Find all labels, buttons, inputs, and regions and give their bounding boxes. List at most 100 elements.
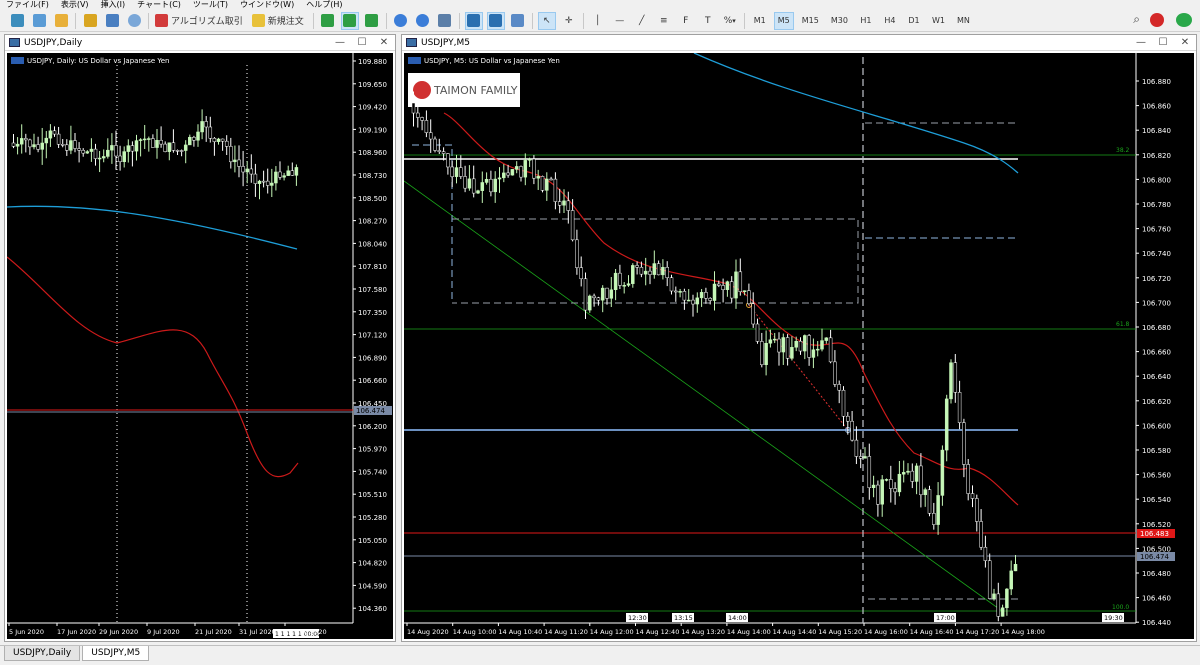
profiles-button[interactable]: [30, 12, 48, 30]
folder-icon: [54, 14, 68, 27]
timeframe-group: M1 M5 M15 M30 H1 H4 D1 W1 MN: [748, 11, 976, 30]
candle-body: [253, 173, 258, 184]
new-order-label: 新規注文: [267, 17, 304, 27]
price-tick-label: 109.650: [358, 81, 387, 89]
timeframe-m15[interactable]: M15: [798, 12, 823, 30]
candle-body: [171, 142, 176, 151]
menu-item[interactable]: ツール(T): [187, 1, 234, 10]
candle-body: [471, 178, 476, 194]
candle-body: [936, 495, 940, 525]
window-title-bar: USDJPY,M5 — ☐ ✕: [402, 35, 1196, 51]
zoom-in-button[interactable]: [392, 12, 410, 30]
search-icon[interactable]: ⌕: [1133, 12, 1140, 27]
templates-button[interactable]: [509, 12, 527, 30]
menu-item[interactable]: ファイル(F): [0, 1, 55, 10]
zoom-out-button[interactable]: [414, 12, 432, 30]
candle-body: [208, 126, 213, 139]
timeframe-h4[interactable]: H4: [880, 12, 900, 30]
price-tick-label: 106.680: [1142, 324, 1171, 332]
line-chart-button[interactable]: [363, 12, 381, 30]
chart-tab[interactable]: USDJPY,M5: [82, 646, 150, 661]
menu-item[interactable]: 表示(V): [55, 1, 95, 10]
account-icon[interactable]: [1150, 12, 1164, 27]
candle-body: [652, 263, 657, 275]
chevron-down-icon: ▾: [732, 16, 736, 25]
new-order-icon: [251, 14, 265, 27]
timeframe-mn[interactable]: MN: [953, 12, 974, 30]
time-tick-label: 5 Jun 2020: [9, 628, 44, 636]
moving-average-red: [443, 112, 1019, 506]
timeframe-h1[interactable]: H1: [856, 12, 876, 30]
timeframe-m1[interactable]: M1: [750, 12, 770, 30]
candlestick-button[interactable]: [340, 11, 359, 30]
new-order-button[interactable]: 新規注文: [251, 12, 308, 30]
maximize-button[interactable]: ☐: [1152, 37, 1174, 48]
time-tick-label: 14 Aug 16:00: [864, 628, 908, 636]
menu-item[interactable]: 挿入(I): [95, 1, 132, 10]
trendline-icon: ╱: [639, 15, 645, 26]
timeframe-w1[interactable]: W1: [928, 12, 949, 30]
price-tick-label: 106.780: [1142, 201, 1171, 209]
chart-tab[interactable]: USDJPY,Daily: [4, 646, 81, 661]
cursor-icon: ↖: [542, 15, 551, 26]
candle-body: [975, 498, 979, 522]
timeframe-d1[interactable]: D1: [904, 12, 924, 30]
candle-body: [282, 175, 286, 178]
menu-item[interactable]: チャート(C): [131, 1, 187, 10]
algo-trading-label: アルゴリズム取引: [171, 17, 243, 27]
navigator-button[interactable]: [103, 12, 121, 30]
tile-windows-button[interactable]: [436, 12, 454, 30]
candle-body: [570, 210, 575, 241]
time-marker-label: 13:15: [674, 614, 693, 622]
chart-header: USDJPY, M5: US Dollar vs Japanese Yen: [424, 57, 560, 65]
m5-price-chart[interactable]: 106.880 106.860 106.840 106.820 106.800 106.7…: [404, 53, 1194, 639]
close-button[interactable]: ✕: [1174, 37, 1196, 48]
trendline-button[interactable]: ╱: [633, 12, 651, 30]
price-tick-label: 106.820: [1142, 152, 1171, 160]
candle-body: [613, 272, 618, 291]
candle-body: [901, 472, 906, 475]
signals-button[interactable]: [125, 12, 143, 30]
minimize-button[interactable]: —: [1130, 37, 1152, 48]
minimize-button[interactable]: —: [329, 37, 351, 48]
market-watch-button[interactable]: [81, 12, 99, 30]
menu-item[interactable]: ウインドウ(W): [234, 1, 300, 10]
channel-button[interactable]: ≡: [655, 12, 673, 30]
logo-text: TAIMON FAMILY: [433, 84, 518, 97]
candle-body: [910, 470, 915, 482]
timeframe-m5[interactable]: M5: [773, 11, 794, 30]
candle-body: [695, 297, 700, 305]
maximize-button[interactable]: ☐: [351, 37, 373, 48]
horizontal-line-button[interactable]: —: [611, 12, 629, 30]
time-marker-label: 12:30: [628, 614, 647, 622]
candle-body: [450, 166, 454, 177]
algo-trading-button[interactable]: アルゴリズム取引: [154, 12, 247, 30]
cursor-button[interactable]: ↖: [537, 11, 556, 30]
crosshair-button[interactable]: ✛: [560, 12, 578, 30]
candle-body: [742, 290, 747, 293]
auto-scroll-button[interactable]: [464, 11, 483, 30]
fibonacci-button[interactable]: F: [677, 12, 695, 30]
ask-price-label: 106.483: [1140, 530, 1169, 538]
close-button[interactable]: ✕: [373, 37, 395, 48]
new-chart-button[interactable]: [8, 12, 26, 30]
menu-item[interactable]: ヘルプ(H): [300, 1, 348, 10]
candle-body: [175, 150, 180, 152]
open-data-button[interactable]: [52, 12, 70, 30]
signal-strength-icon[interactable]: [1176, 12, 1192, 27]
text-button[interactable]: T: [699, 12, 717, 30]
candle-body: [725, 281, 730, 290]
candle-body: [850, 420, 854, 441]
candle-body: [545, 178, 549, 191]
timeframe-m30[interactable]: M30: [827, 12, 852, 30]
vertical-line-button[interactable]: │: [589, 12, 607, 30]
bar-chart-button[interactable]: [319, 12, 337, 30]
price-tick-label: 109.420: [358, 104, 387, 112]
signals-icon: [127, 14, 141, 27]
daily-price-chart[interactable]: 109.880 109.650 109.420 109.190 108.960 108.7…: [7, 53, 393, 639]
candle-body: [983, 546, 988, 561]
moving-average-blue: [7, 205, 298, 250]
chart-shift-button[interactable]: [486, 11, 505, 30]
candle-body: [996, 593, 1001, 617]
objects-button[interactable]: % ▾: [721, 12, 739, 30]
